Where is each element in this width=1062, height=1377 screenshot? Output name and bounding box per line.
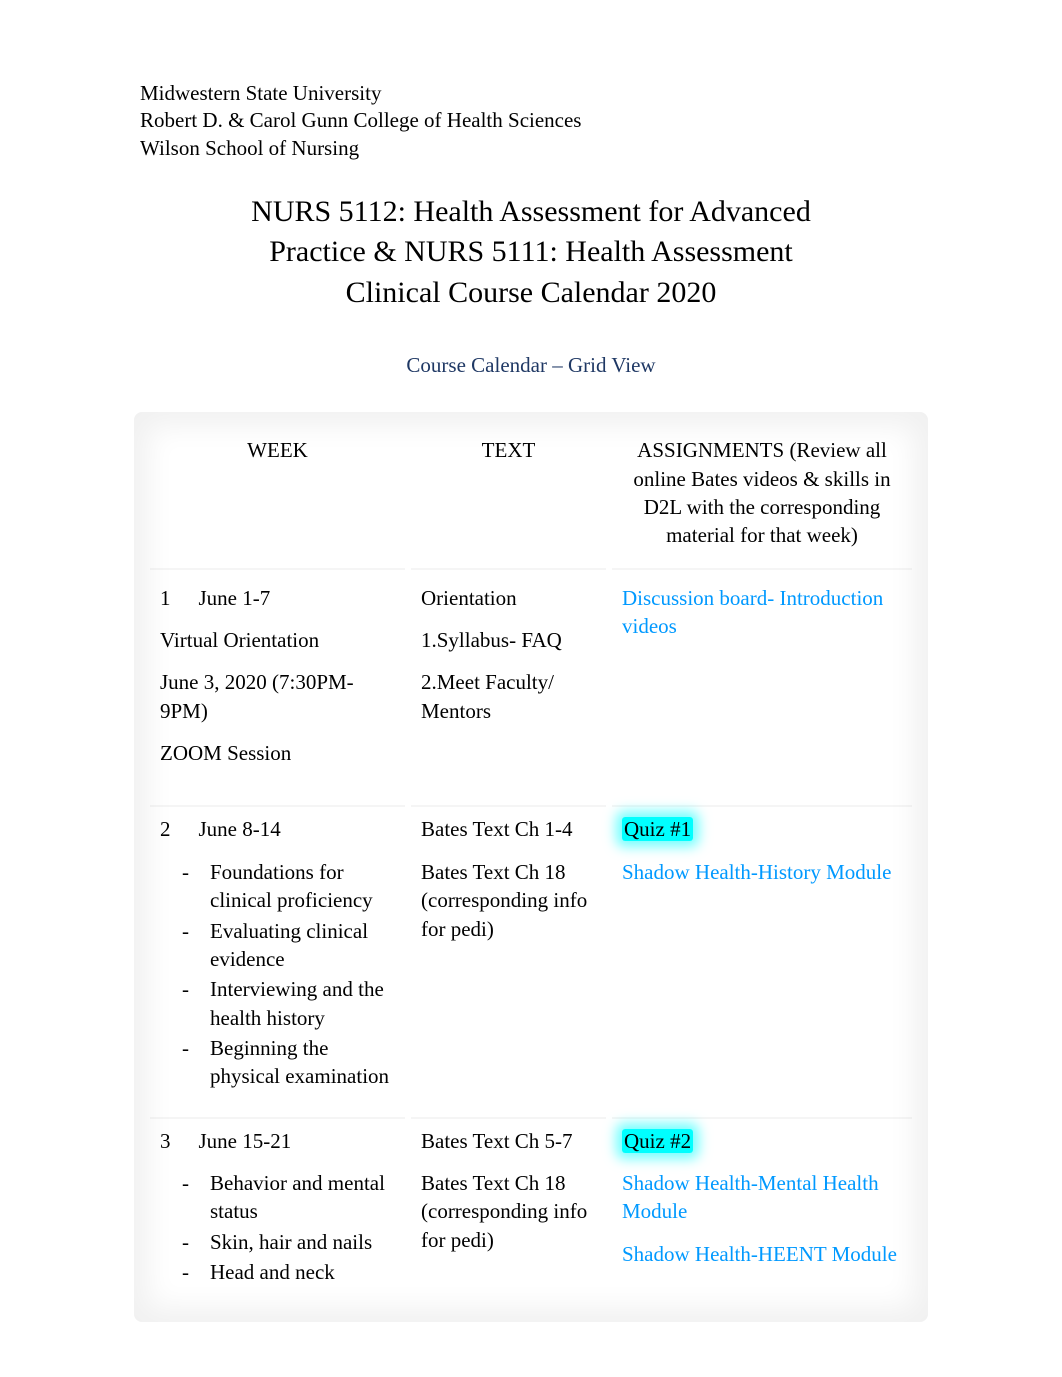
institution-header: Midwestern State University Robert D. & … <box>140 80 922 162</box>
text-cell: Orientation 1.Syllabus- FAQ 2.Meet Facul… <box>411 576 606 800</box>
table-row: 3 June 15-21 Behavior and mental status … <box>150 1117 912 1307</box>
text-line: Bates Text Ch 5-7 <box>421 1127 596 1155</box>
list-item: Skin, hair and nails <box>210 1228 395 1256</box>
assignment-link[interactable]: Shadow Health-History Module <box>622 858 902 886</box>
week-number: 1 <box>160 584 171 612</box>
assignments-cell: Quiz #1 Shadow Health-History Module <box>612 805 912 1110</box>
assignment-link[interactable]: Discussion board- Introduction videos <box>622 584 902 641</box>
list-item: Beginning the physical examination <box>210 1034 395 1091</box>
list-item: Foundations for clinical proficiency <box>210 858 395 915</box>
table-header-row: WEEK TEXT ASSIGNMENTS (Review all online… <box>150 428 912 569</box>
week-date-range: June 15-21 <box>199 1127 396 1155</box>
text-line: Bates Text Ch 18 (corresponding info for… <box>421 858 596 943</box>
text-line: Bates Text Ch 18 (corresponding info for… <box>421 1169 596 1254</box>
calendar-table-wrap: WEEK TEXT ASSIGNMENTS (Review all online… <box>140 418 922 1316</box>
calendar-table: WEEK TEXT ASSIGNMENTS (Review all online… <box>144 422 918 1312</box>
table-row: 2 June 8-14 Foundations for clinical pro… <box>150 805 912 1110</box>
assignments-cell: Discussion board- Introduction videos <box>612 576 912 800</box>
week-cell: 3 June 15-21 Behavior and mental status … <box>150 1117 405 1307</box>
assignment-link[interactable]: Shadow Health-HEENT Module <box>622 1240 902 1268</box>
list-item: Interviewing and the health history <box>210 975 395 1032</box>
course-title: NURS 5112: Health Assessment for Advance… <box>231 192 831 314</box>
header-line-1: Midwestern State University <box>140 80 922 107</box>
week-cell: 1 June 1-7 Virtual Orientation June 3, 2… <box>150 576 405 800</box>
grid-view-label: Course Calendar – Grid View <box>140 353 922 378</box>
text-line: Bates Text Ch 1-4 <box>421 815 596 843</box>
list-item: Behavior and mental status <box>210 1169 395 1226</box>
assignment-highlight: Quiz #2 <box>622 1129 693 1153</box>
col-header-assignments: ASSIGNMENTS (Review all online Bates vid… <box>612 428 912 569</box>
list-item: Evaluating clinical evidence <box>210 917 395 974</box>
assignments-cell: Quiz #2 Shadow Health-Mental Health Modu… <box>612 1117 912 1307</box>
week-extra-line: Virtual Orientation <box>160 626 395 654</box>
header-line-2: Robert D. & Carol Gunn College of Health… <box>140 107 922 134</box>
text-line: Orientation <box>421 584 596 612</box>
text-cell: Bates Text Ch 1-4 Bates Text Ch 18 (corr… <box>411 805 606 1110</box>
table-row: 1 June 1-7 Virtual Orientation June 3, 2… <box>150 576 912 800</box>
week-number: 3 <box>160 1127 171 1155</box>
topics-list: Foundations for clinical proficiency Eva… <box>160 858 395 1091</box>
text-line: 2.Meet Faculty/ Mentors <box>421 668 596 725</box>
week-extra-line: ZOOM Session <box>160 739 395 767</box>
col-header-week: WEEK <box>150 428 405 569</box>
text-cell: Bates Text Ch 5-7 Bates Text Ch 18 (corr… <box>411 1117 606 1307</box>
list-item: Head and neck <box>210 1258 395 1286</box>
topics-list: Behavior and mental status Skin, hair an… <box>160 1169 395 1286</box>
week-date-range: June 8-14 <box>199 815 396 843</box>
week-date-range: June 1-7 <box>199 584 396 612</box>
week-cell: 2 June 8-14 Foundations for clinical pro… <box>150 805 405 1110</box>
week-extra-line: June 3, 2020 (7:30PM-9PM) <box>160 668 395 725</box>
text-line: 1.Syllabus- FAQ <box>421 626 596 654</box>
week-number: 2 <box>160 815 171 843</box>
header-line-3: Wilson School of Nursing <box>140 135 922 162</box>
assignment-highlight: Quiz #1 <box>622 817 693 841</box>
assignment-link[interactable]: Shadow Health-Mental Health Module <box>622 1169 902 1226</box>
col-header-text: TEXT <box>411 428 606 569</box>
